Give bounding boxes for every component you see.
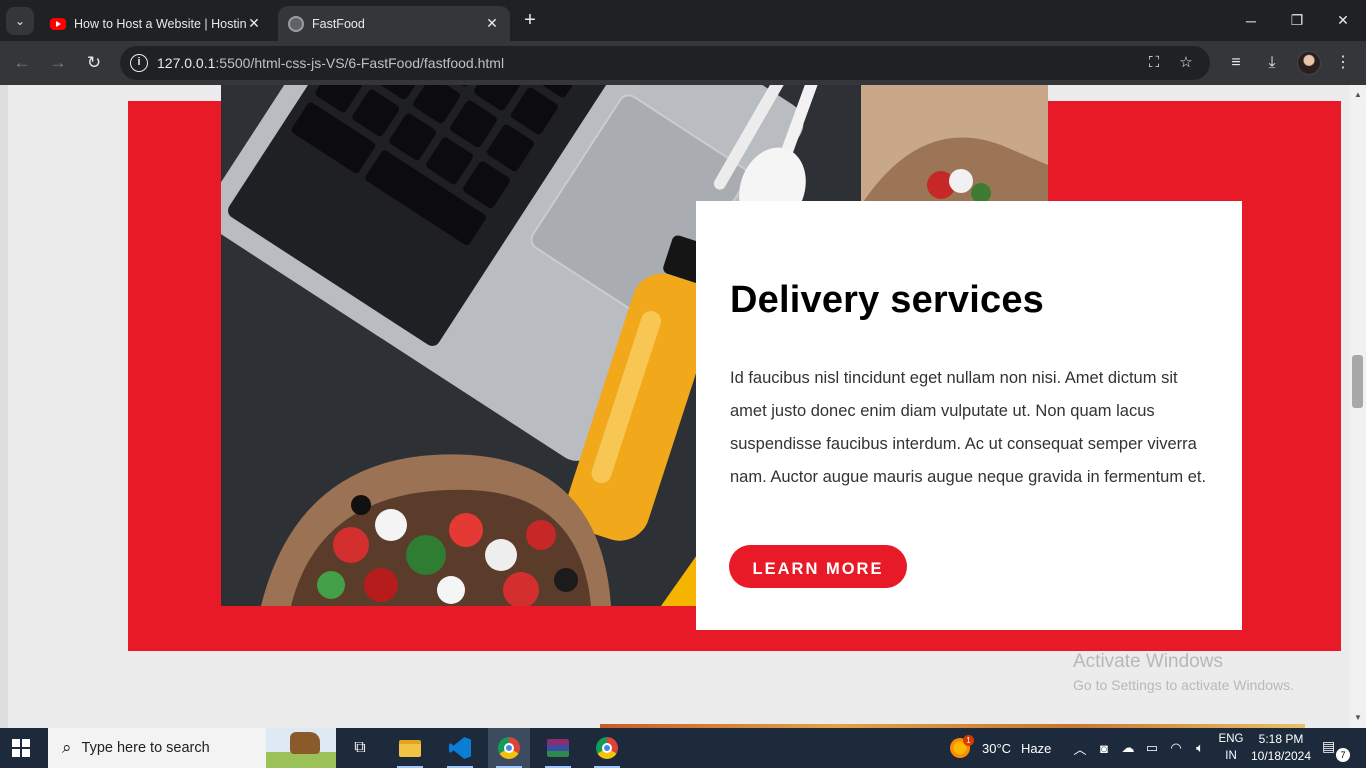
activate-windows-watermark: Activate Windows Go to Settings to activ…	[1073, 651, 1294, 693]
translate-icon[interactable]: ⛶	[1144, 53, 1164, 73]
clock-time: 5:18 PM	[1258, 732, 1304, 746]
learn-more-button[interactable]: LEARN MORE	[729, 545, 907, 588]
show-hidden-icons-chevron-icon[interactable]: ︿	[1068, 739, 1092, 758]
watermark-title: Activate Windows	[1073, 651, 1223, 672]
clock-date: 10/18/2024	[1250, 749, 1312, 763]
language-code: ENG	[1218, 733, 1244, 745]
watermark-subtitle: Go to Settings to activate Windows.	[1073, 677, 1294, 693]
download-icon[interactable]: ⤓	[1260, 51, 1284, 75]
winrar-icon	[547, 739, 569, 757]
section-description: Id faucibus nisl tincidunt eget nullam n…	[730, 369, 1207, 486]
file-explorer-button[interactable]	[389, 728, 431, 768]
browser-tab-strip: ⌄ How to Host a Website | Hosting ✕ Fast…	[0, 0, 1366, 41]
notification-center-icon[interactable]: ▤ 7	[1322, 738, 1350, 762]
url-text: 127.0.0.1:5500/html-css-js-VS/6-FastFood…	[157, 55, 504, 71]
search-highlight-image	[266, 728, 336, 768]
weather-temp: 30°C	[982, 740, 1012, 756]
browser-toolbar: ← → ↻ i 127.0.0.1:5500/html-css-js-VS/6-…	[0, 41, 1366, 85]
search-icon: ⌕	[62, 738, 72, 757]
page-gutter	[0, 85, 8, 728]
restore-button[interactable]: ❐	[1274, 0, 1320, 41]
restore-icon: ❐	[1290, 12, 1304, 28]
tab-fastfood[interactable]: FastFood ✕	[278, 6, 510, 41]
close-tab-icon[interactable]: ✕	[484, 15, 500, 32]
minimize-icon: ─	[1246, 12, 1256, 29]
meet-now-icon[interactable]: ◙	[1092, 741, 1116, 756]
scroll-down-arrow-icon[interactable]: ▼	[1352, 713, 1364, 722]
forward-button[interactable]: →	[45, 50, 71, 76]
weather-alert-badge: 1	[963, 735, 974, 746]
input-language[interactable]: ENG IN	[1214, 731, 1248, 765]
new-tab-button[interactable]: +	[518, 9, 542, 33]
reload-button[interactable]: ↻	[81, 50, 107, 76]
wifi-icon[interactable]: ◠	[1164, 740, 1188, 756]
site-info-icon[interactable]: i	[130, 54, 148, 72]
globe-icon	[288, 15, 304, 32]
vscode-button[interactable]	[439, 728, 481, 768]
taskbar-clock[interactable]: 5:18 PM 10/18/2024	[1248, 731, 1314, 765]
tab-search-button[interactable]: ⌄	[6, 7, 34, 35]
menu-kebab-icon[interactable]: ⋮	[1331, 51, 1355, 75]
onedrive-cloud-icon[interactable]: ☁	[1116, 740, 1140, 756]
page-viewport: Delivery services Id faucibus nisl tinci…	[0, 85, 1366, 728]
url-host: 127.0.0.1	[157, 55, 216, 71]
scrollbar-thumb[interactable]	[1352, 355, 1363, 408]
windows-start-icon[interactable]	[12, 739, 30, 757]
winrar-button[interactable]	[537, 728, 579, 768]
tab-title: How to Host a Website | Hosting	[74, 16, 246, 31]
bookmark-star-icon[interactable]: ☆	[1176, 53, 1196, 73]
close-icon: ✕	[1337, 12, 1349, 28]
profile-avatar[interactable]	[1297, 51, 1321, 75]
close-window-button[interactable]: ✕	[1320, 0, 1366, 41]
task-view-button[interactable]: ⧉	[339, 728, 381, 768]
notification-count-badge: 7	[1336, 748, 1350, 762]
file-explorer-icon	[399, 739, 421, 757]
back-button[interactable]: ←	[9, 50, 35, 76]
address-bar[interactable]: i 127.0.0.1:5500/html-css-js-VS/6-FastFo…	[120, 46, 1210, 80]
minimize-button[interactable]: ─	[1228, 0, 1274, 41]
delivery-card: Delivery services Id faucibus nisl tinci…	[696, 201, 1242, 630]
chevron-down-icon: ⌄	[14, 14, 26, 28]
weather-sun-icon: 1	[950, 735, 974, 758]
battery-icon[interactable]: ▭	[1140, 740, 1164, 756]
section-heading: Delivery services	[730, 279, 1044, 321]
chrome-button-active[interactable]	[488, 728, 530, 768]
language-region: IN	[1225, 750, 1237, 762]
vscode-icon	[449, 737, 471, 759]
volume-icon[interactable]: 🔈︎	[1188, 740, 1212, 756]
system-tray: ︿ ◙ ☁ ▭ ◠ 🔈︎	[1068, 728, 1212, 768]
tab-hosting-video[interactable]: How to Host a Website | Hosting ✕	[40, 6, 272, 41]
chrome-button[interactable]	[586, 728, 628, 768]
weather-condition: Haze	[1021, 740, 1052, 756]
chrome-icon	[596, 737, 618, 759]
windows-taskbar: ⌕ Type here to search ⧉ 1 30°C Haze ︿ ◙ …	[0, 728, 1366, 768]
close-tab-icon[interactable]: ✕	[246, 15, 262, 32]
scroll-up-arrow-icon[interactable]: ▲	[1352, 90, 1364, 99]
cow-icon	[290, 732, 320, 754]
tab-title: FastFood	[312, 16, 365, 31]
url-path: :5500/html-css-js-VS/6-FastFood/fastfood…	[215, 55, 505, 71]
taskbar-search-box[interactable]: ⌕ Type here to search	[48, 728, 336, 768]
media-control-icon[interactable]: ≡	[1224, 51, 1248, 75]
search-placeholder: Type here to search	[81, 740, 210, 756]
youtube-icon	[50, 17, 66, 30]
weather-widget[interactable]: 1 30°C Haze	[950, 728, 1051, 768]
task-view-icon: ⧉	[354, 739, 366, 756]
chrome-icon	[498, 737, 520, 759]
